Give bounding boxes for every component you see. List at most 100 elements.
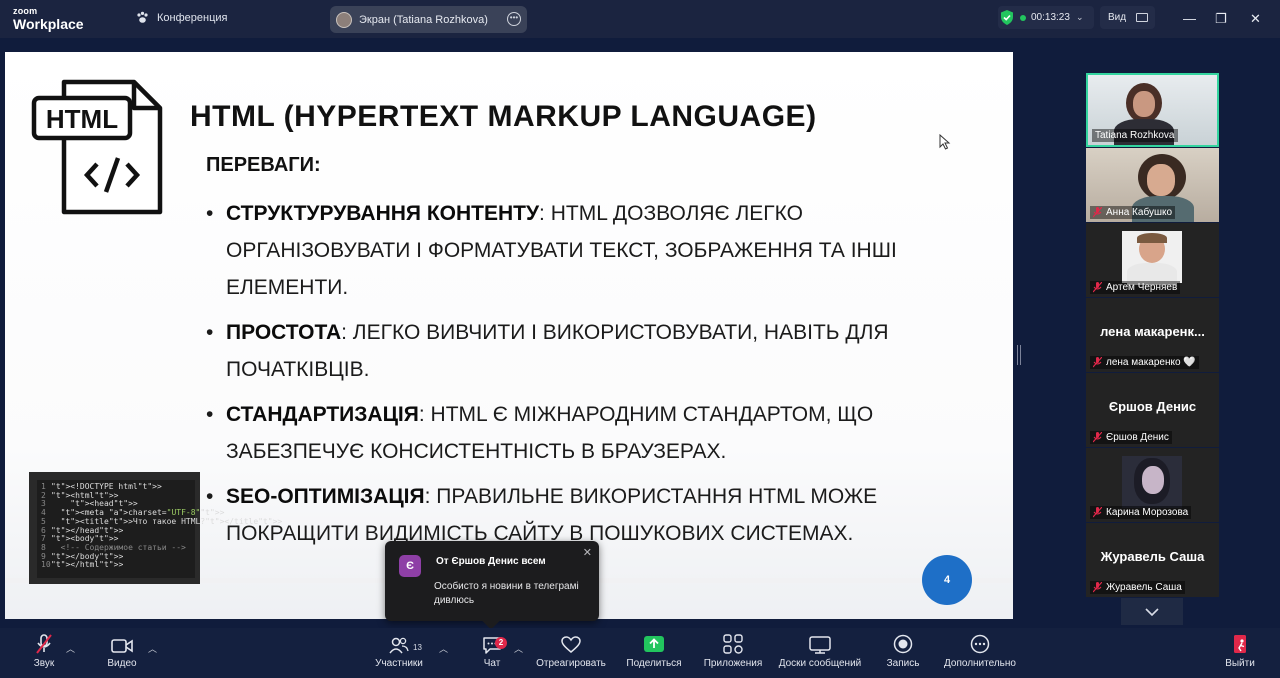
timer-text: 00:13:23: [1031, 12, 1070, 23]
code-snippet: 1 "t"><!DOCTYPE html"t">> 2 "t"><html"t">> 3…: [29, 472, 282, 584]
whiteboard-icon: [809, 636, 831, 654]
participant-tile[interactable]: Артем Черняев: [1086, 223, 1219, 297]
code-editor: 1 "t"><!DOCTYPE html"t">> 2 "t"><html"t">> 3…: [37, 480, 282, 578]
participant-video: [1122, 231, 1182, 285]
meeting-label: Конференция: [157, 11, 228, 24]
react-label: Отреагировать: [536, 658, 606, 669]
html-file-icon: HTML: [31, 79, 163, 215]
view-label: Вид: [1108, 12, 1127, 23]
brand-small: zoom: [13, 6, 38, 16]
view-button[interactable]: Вид: [1100, 6, 1155, 29]
participant-tile[interactable]: Карина Морозова: [1086, 448, 1219, 522]
whiteboards-button[interactable]: Доски сообщений: [774, 628, 866, 678]
chat-label: Чат: [483, 658, 501, 669]
toast-tail: [482, 612, 500, 630]
participant-tile[interactable]: Єршов Денис Єршов Денис: [1086, 373, 1219, 447]
record-label: Запись: [886, 658, 920, 669]
bullet-term: СТАНДАРТИЗАЦІЯ: [226, 403, 419, 426]
more-options-icon[interactable]: •••: [507, 12, 521, 26]
slide-title: HTML (HYPERTEXT MARKUP LANGUAGE): [190, 100, 817, 133]
audio-options-icon[interactable]: ︿: [66, 642, 75, 655]
video-camera-icon: [111, 639, 133, 653]
share-screen-icon: [644, 636, 664, 652]
scroll-participants-button[interactable]: [1121, 598, 1183, 625]
meeting-info-button[interactable]: Конференция: [136, 11, 227, 24]
leave-door-icon: [1234, 635, 1246, 653]
close-notification-icon[interactable]: ✕: [583, 546, 592, 559]
mic-muted-icon: [1093, 507, 1102, 518]
video-label: Видео: [107, 658, 137, 669]
title-bar: zoom Workplace Конференция Экран (Tatian…: [0, 0, 1280, 38]
participant-name: Єршов Денис: [1090, 431, 1172, 444]
meeting-toolbar: Звук ︿ Видео ︿ Участники 13 ︿ Чат 2 ︿ От…: [0, 628, 1280, 678]
participant-display-name: Єршов Денис: [1108, 399, 1197, 414]
record-button[interactable]: Запись: [882, 628, 924, 678]
participants-icon: [389, 637, 409, 654]
restore-icon[interactable]: ❐: [1215, 11, 1227, 27]
chat-sender: От Єршов Денис всем: [436, 556, 546, 567]
mic-muted-icon: [1093, 582, 1102, 593]
screen-share-pill[interactable]: Экран (Tatiana Rozhkova) •••: [330, 6, 527, 33]
bullet-item: ПРОСТОТА: ЛЕГКО ВИВЧИТИ І ВИКОРИСТОВУВАТ…: [206, 314, 976, 388]
screen-share-label: Экран (Tatiana Rozhkova): [359, 13, 488, 26]
participant-video: [1122, 456, 1182, 508]
chat-message: Особисто я новини в телеграмі дивлюсь: [434, 581, 579, 606]
green-dot-icon: [1020, 14, 1026, 21]
share-label: Поделиться: [626, 658, 682, 669]
video-options-icon[interactable]: ︿: [148, 642, 157, 655]
minimize-icon[interactable]: —: [1183, 11, 1196, 26]
apps-button[interactable]: Приложения: [700, 628, 766, 678]
participant-name: Карина Морозова: [1090, 506, 1192, 519]
participant-name: лена макаренко 🤍: [1090, 356, 1199, 369]
whiteboards-label: Доски сообщений: [778, 658, 862, 669]
participants-button[interactable]: Участники: [372, 628, 426, 678]
shared-screen: HTML HTML (HYPERTEXT MARKUP LANGUAGE) ПЕ…: [5, 52, 1013, 619]
participant-name: Артем Черняев: [1090, 281, 1181, 294]
sender-avatar: Є: [399, 555, 421, 577]
video-button[interactable]: Видео: [100, 628, 144, 678]
participant-tile[interactable]: Журавель Саша Журавель Саша: [1086, 523, 1219, 597]
participants-label: Участники: [375, 658, 423, 669]
leave-button[interactable]: Выйти: [1222, 628, 1258, 678]
participant-name: Журавель Саша: [1090, 581, 1185, 594]
chevron-down-icon: ⌄: [1075, 12, 1084, 22]
panel-resize-handle[interactable]: [1017, 345, 1021, 365]
participant-tile[interactable]: лена макаренк... лена макаренко 🤍: [1086, 298, 1219, 372]
heart-icon: [561, 636, 581, 653]
slide-page-number: 4: [922, 555, 972, 605]
apps-label: Приложения: [703, 658, 763, 669]
share-screen-button[interactable]: Поделиться: [624, 628, 684, 678]
bullet-term: СТРУКТУРУВАННЯ КОНТЕНТУ: [226, 202, 540, 225]
participants-count: 13: [413, 643, 422, 652]
paw-icon: [137, 11, 148, 23]
chat-options-icon[interactable]: ︿: [514, 642, 523, 655]
mic-muted-icon: [1093, 357, 1102, 368]
participant-display-name: Журавель Саша: [1100, 549, 1205, 564]
participants-options-icon[interactable]: ︿: [439, 642, 448, 655]
close-icon[interactable]: ✕: [1250, 11, 1261, 27]
chat-notification[interactable]: Є От Єршов Денис всем Особисто я новини …: [385, 541, 599, 630]
participant-tile[interactable]: Tatiana Rozhkova: [1086, 73, 1219, 147]
bullet-term: SEO-ОПТИМІЗАЦІЯ: [226, 485, 425, 508]
chat-unread-badge: 2: [495, 637, 507, 649]
mic-muted-icon: [36, 634, 52, 654]
slide-subtitle: ПЕРЕВАГИ:: [206, 154, 321, 176]
more-button[interactable]: Дополнительно: [938, 628, 1022, 678]
react-button[interactable]: Отреагировать: [533, 628, 609, 678]
audio-button[interactable]: Звук: [22, 628, 66, 678]
participant-display-name: лена макаренк...: [1100, 324, 1205, 339]
bullet-list: СТРУКТУРУВАННЯ КОНТЕНТУ: HTML ДОЗВОЛЯЄ Л…: [206, 195, 976, 560]
bullet-item: СТРУКТУРУВАННЯ КОНТЕНТУ: HTML ДОЗВОЛЯЄ Л…: [206, 195, 976, 306]
participant-name: Tatiana Rozhkova: [1092, 129, 1178, 142]
participant-tile[interactable]: Анна Кабушко: [1086, 148, 1219, 222]
shield-check-icon: [1001, 10, 1013, 25]
grid-view-icon: [1136, 13, 1149, 22]
mic-muted-icon: [1093, 282, 1102, 293]
meeting-timer[interactable]: 00:13:23 ⌄: [998, 6, 1094, 29]
zoom-logo: zoom Workplace: [13, 6, 84, 32]
chat-button[interactable]: Чат: [476, 628, 508, 678]
audio-label: Звук: [33, 658, 55, 669]
brand-large: Workplace: [13, 16, 84, 32]
participant-name: Анна Кабушко: [1090, 206, 1176, 219]
more-horizontal-icon: [970, 634, 990, 654]
